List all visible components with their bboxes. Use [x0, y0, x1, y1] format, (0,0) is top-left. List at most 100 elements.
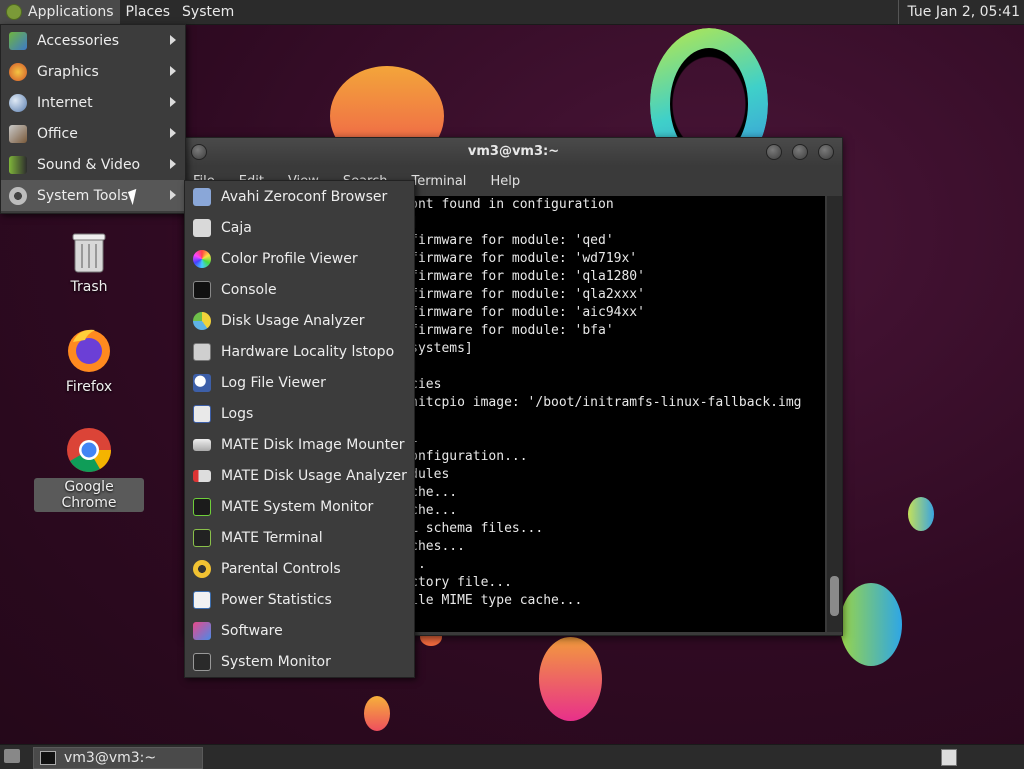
desktop-icon-label: Trash — [70, 279, 108, 295]
disk-image-icon — [193, 438, 211, 451]
console-icon — [193, 280, 211, 299]
desktop-icon-label: Firefox — [65, 379, 113, 395]
menu-item-caja[interactable]: Caja — [185, 212, 414, 243]
menu-item-office[interactable]: Office — [1, 118, 185, 149]
menu-item-system-tools[interactable]: System Tools — [1, 180, 185, 211]
mate-logo-icon — [6, 4, 22, 20]
system-tools-icon — [9, 186, 27, 205]
show-desktop-icon[interactable] — [4, 749, 20, 763]
small-blob-decoration — [908, 497, 934, 531]
menu-help[interactable]: Help — [490, 174, 520, 189]
close-button[interactable] — [818, 144, 834, 160]
office-icon — [9, 124, 27, 143]
menu-item-label: Graphics — [37, 63, 99, 80]
menu-item-label: Log File Viewer — [221, 374, 326, 391]
menu-item-mate-disk-usage-analyzer[interactable]: MATE Disk Usage Analyzer — [185, 460, 414, 491]
menu-item-hardware-locality-lstopo[interactable]: Hardware Locality lstopo — [185, 336, 414, 367]
desktop-icon-label: Google Chrome — [34, 478, 144, 512]
menu-terminal[interactable]: Terminal — [411, 174, 466, 189]
menu-item-label: System Tools — [37, 187, 129, 204]
menu-item-mate-system-monitor[interactable]: MATE System Monitor — [185, 491, 414, 522]
menu-item-label: MATE Disk Image Mounter — [221, 436, 405, 453]
desktop-icon-trash[interactable]: Trash — [34, 230, 144, 296]
menu-item-logs[interactable]: Logs — [185, 398, 414, 429]
menu-item-avahi-zeroconf-browser[interactable]: Avahi Zeroconf Browser — [185, 181, 414, 212]
sound-video-icon — [9, 155, 27, 174]
pink-blob-decoration — [539, 637, 602, 721]
menu-item-label: Hardware Locality lstopo — [221, 343, 395, 360]
desktop-icon-chrome[interactable]: Google Chrome — [34, 426, 144, 512]
disk-usage-icon — [193, 311, 211, 330]
software-icon — [193, 621, 211, 640]
system-menu-label: System — [182, 4, 235, 20]
system-menu[interactable]: System — [176, 0, 240, 24]
system-tools-submenu: Avahi Zeroconf Browser Caja Color Profil… — [184, 180, 415, 678]
menu-item-label: Office — [37, 125, 78, 142]
terminal-titlebar[interactable]: vm3@vm3:~ — [185, 138, 842, 166]
menu-item-mate-terminal[interactable]: MATE Terminal — [185, 522, 414, 553]
terminal-title: vm3@vm3:~ — [467, 144, 560, 159]
places-menu-label: Places — [125, 4, 171, 20]
menu-item-label: Logs — [221, 405, 254, 422]
menu-item-disk-usage-analyzer[interactable]: Disk Usage Analyzer — [185, 305, 414, 336]
applications-menu[interactable]: Applications — [0, 0, 120, 24]
minimize-button[interactable] — [766, 144, 782, 160]
terminal-icon — [193, 528, 211, 547]
menu-item-label: Accessories — [37, 32, 120, 49]
menu-item-graphics[interactable]: Graphics — [1, 56, 185, 87]
desktop-icon-firefox[interactable]: Firefox — [34, 326, 144, 396]
chevron-right-icon — [170, 190, 176, 200]
power-statistics-icon — [193, 590, 211, 609]
menu-item-label: Software — [221, 622, 283, 639]
terminal-scrollbar[interactable] — [827, 196, 842, 632]
menu-item-system-monitor[interactable]: System Monitor — [185, 646, 414, 677]
scrollbar-thumb[interactable] — [830, 576, 839, 616]
menu-item-label: MATE System Monitor — [221, 498, 374, 515]
menu-item-color-profile-viewer[interactable]: Color Profile Viewer — [185, 243, 414, 274]
system-monitor-icon — [193, 652, 211, 671]
maximize-button[interactable] — [792, 144, 808, 160]
menu-item-label: Sound & Video — [37, 156, 141, 173]
menu-item-mate-disk-image-mounter[interactable]: MATE Disk Image Mounter — [185, 429, 414, 460]
graphics-icon — [9, 62, 27, 81]
internet-icon — [9, 93, 27, 112]
chrome-icon — [67, 428, 111, 472]
hardware-icon — [193, 342, 211, 361]
menu-item-label: Internet — [37, 94, 93, 111]
taskbar-button-terminal[interactable]: vm3@vm3:~ — [33, 747, 203, 769]
chevron-right-icon — [170, 128, 176, 138]
bottom-panel: vm3@vm3:~ — [0, 744, 1024, 769]
parental-controls-icon — [193, 559, 211, 578]
menu-item-parental-controls[interactable]: Parental Controls — [185, 553, 414, 584]
menu-item-accessories[interactable]: Accessories — [1, 25, 185, 56]
trash-icon — [72, 233, 106, 273]
menu-item-sound-video[interactable]: Sound & Video — [1, 149, 185, 180]
top-panel: Applications Places System Tue Jan 2, 05… — [0, 0, 1024, 25]
applications-dropdown: Accessories Graphics Internet Office Sou… — [0, 24, 186, 214]
menu-item-label: Disk Usage Analyzer — [221, 312, 365, 329]
menu-item-label: Parental Controls — [221, 560, 341, 577]
menu-item-power-statistics[interactable]: Power Statistics — [185, 584, 414, 615]
menu-item-software[interactable]: Software — [185, 615, 414, 646]
chevron-right-icon — [170, 35, 176, 45]
system-monitor-icon — [193, 497, 211, 516]
disk-analyzer-icon — [193, 469, 211, 482]
menu-item-label: Color Profile Viewer — [221, 250, 358, 267]
workspace-switcher[interactable] — [941, 749, 957, 766]
menu-item-log-file-viewer[interactable]: Log File Viewer — [185, 367, 414, 398]
menu-item-internet[interactable]: Internet — [1, 87, 185, 118]
color-profile-icon — [193, 249, 211, 268]
menu-item-label: Avahi Zeroconf Browser — [221, 188, 388, 205]
clock[interactable]: Tue Jan 2, 05:41 — [898, 0, 1020, 24]
window-menu-button[interactable] — [191, 144, 207, 160]
terminal-icon — [40, 751, 56, 765]
menu-item-console[interactable]: Console — [185, 274, 414, 305]
chevron-right-icon — [170, 97, 176, 107]
accessories-icon — [9, 31, 27, 50]
logs-icon — [193, 404, 211, 423]
places-menu[interactable]: Places — [120, 0, 177, 24]
log-viewer-icon — [193, 373, 211, 392]
menu-item-label: Caja — [221, 219, 252, 236]
chevron-right-icon — [170, 66, 176, 76]
file-manager-icon — [193, 218, 211, 237]
